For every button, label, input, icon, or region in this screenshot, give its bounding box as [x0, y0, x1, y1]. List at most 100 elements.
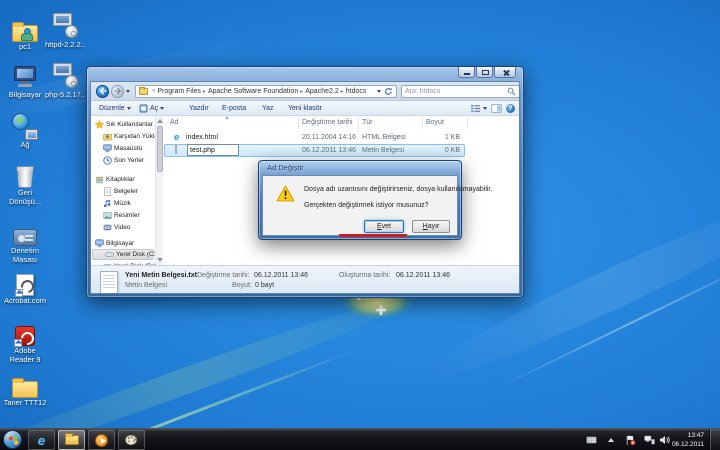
- toolbar-ac[interactable]: Aç: [137, 101, 166, 116]
- address-dropdown[interactable]: [377, 90, 381, 93]
- sidebar-group-computer[interactable]: Bilgisayar: [91, 238, 155, 249]
- sort-ascending-icon: [225, 116, 229, 119]
- clock-time: 13:47: [648, 431, 704, 440]
- desktop-icon-ag[interactable]: Ağ: [2, 110, 48, 149]
- address-bar[interactable]: « Program Files ▸ Apache Software Founda…: [135, 85, 397, 98]
- breadcrumb-segment[interactable]: Program Files: [157, 88, 201, 95]
- toolbar-eposta[interactable]: E-posta: [220, 101, 248, 116]
- toolbar-yeni-klasor[interactable]: Yeni klasör: [286, 101, 324, 116]
- file-name: index.html: [186, 134, 218, 141]
- desktop-icon-recycle-bin[interactable]: Geri Dönüşü...: [2, 158, 48, 207]
- explorer-folder-icon: [65, 435, 79, 445]
- installer-icon: [42, 60, 88, 90]
- help-icon[interactable]: ?: [506, 104, 515, 113]
- sidebar-item-documents[interactable]: Belgeler: [91, 186, 155, 197]
- recycle-bin-icon: [2, 158, 48, 188]
- desktop-icon-taner-folder[interactable]: Taner TTT12: [2, 368, 48, 407]
- navigation-pane: Sık Kullanılanlar Karşıdan Yüklem Masaüs…: [91, 116, 155, 265]
- no-button[interactable]: Hayır: [412, 220, 450, 233]
- breadcrumb-segment[interactable]: htdocs: [346, 88, 367, 95]
- column-header-size[interactable]: Boyut: [426, 119, 444, 126]
- column-header-type[interactable]: Tür: [362, 119, 373, 126]
- toolbar-yaz[interactable]: Yaz: [260, 101, 276, 116]
- breadcrumb-segment[interactable]: Apache2.2: [305, 88, 338, 95]
- sidebar-group-libraries[interactable]: Kitaplıklar: [91, 174, 155, 185]
- media-player-icon: [95, 434, 108, 447]
- desktop-icon-adobe-reader[interactable]: Adobe Reader 9: [2, 316, 48, 365]
- desktop-icon: [103, 144, 112, 153]
- file-modified: 20.11.2004 14:16: [302, 134, 356, 141]
- yes-button[interactable]: Evet: [364, 220, 404, 233]
- file-size: 0 KB: [426, 147, 460, 154]
- details-created-value: 06.12.2011 13:46: [396, 272, 450, 279]
- folder-icon: [139, 88, 148, 95]
- sidebar-scrollbar[interactable]: [155, 116, 163, 265]
- sidebar-item-local-disk-c[interactable]: Yerel Disk (C:): [92, 249, 154, 260]
- picture-icon: [103, 211, 112, 220]
- taskbar-media-player[interactable]: [88, 430, 115, 450]
- column-header-name[interactable]: Ad: [170, 119, 179, 126]
- column-header-row: Ad Değiştirme tarihi Tür Boyut: [163, 116, 519, 130]
- dialog-title-bar[interactable]: [259, 161, 461, 175]
- sidebar-item-music[interactable]: Müzik: [91, 198, 155, 209]
- close-button[interactable]: [494, 67, 516, 78]
- sidebar-item-pictures[interactable]: Resimler: [91, 210, 155, 221]
- search-input[interactable]: [405, 88, 507, 95]
- details-size-label: Boyut:: [232, 282, 252, 289]
- dialog-message-line1: Dosya adı uzantısını değiştirirseniz, do…: [304, 186, 492, 193]
- desktop-icon-php-installer[interactable]: php-5.2.17..: [42, 60, 88, 99]
- keyboard-icon: [586, 436, 597, 444]
- rename-confirm-dialog: Ad Değiştir Dosya adı uzantısını değişti…: [258, 160, 462, 240]
- toolbar-duzenle[interactable]: Düzenle: [97, 101, 133, 116]
- sparkle-icon: [376, 305, 386, 315]
- tray-show-hidden-icons[interactable]: [608, 429, 614, 450]
- sidebar-item-desktop[interactable]: Masaüstü: [91, 143, 155, 154]
- show-desktop-button[interactable]: [709, 429, 720, 450]
- taskbar-windows-explorer[interactable]: [58, 430, 85, 450]
- start-button[interactable]: [3, 430, 22, 449]
- rename-input[interactable]: [187, 144, 239, 156]
- arrow-right-icon: [114, 87, 122, 95]
- file-type: Metin Belgesi: [362, 147, 404, 154]
- taskbar-paint[interactable]: [118, 430, 145, 450]
- taskbar-internet-explorer[interactable]: e: [28, 430, 55, 450]
- details-created-label: Oluşturma tarihi:: [339, 272, 390, 279]
- taskbar: e 13:47 06.12.2011: [0, 428, 720, 450]
- star-icon: [95, 120, 104, 129]
- sidebar-item-recent-places[interactable]: Son Yerler: [91, 155, 155, 166]
- command-toolbar: Düzenle Aç Yazdır E-posta Yaz Yeni klasö…: [91, 101, 519, 116]
- tray-keyboard-indicator[interactable]: [586, 429, 597, 450]
- drive-icon: [105, 250, 114, 259]
- desktop-icon-acrobat-com[interactable]: Acrobat.com: [2, 266, 48, 305]
- preview-pane-icon[interactable]: [491, 104, 502, 113]
- file-row-test-php[interactable]: 06.12.2011 13:46 Metin Belgesi 0 KB: [163, 144, 519, 157]
- tray-action-center[interactable]: [626, 429, 636, 450]
- desktop-icon-control-panel[interactable]: Denetim Masası: [2, 216, 48, 265]
- sidebar-item-video[interactable]: Video: [91, 222, 155, 233]
- acrobat-shortcut-icon: [2, 266, 48, 296]
- sidebar-item-downloads[interactable]: Karşıdan Yüklem: [91, 131, 155, 142]
- views-button[interactable]: [470, 104, 487, 113]
- sidebar-group-favorites[interactable]: Sık Kullanılanlar: [91, 119, 155, 130]
- search-box[interactable]: [401, 85, 520, 98]
- paint-icon: [125, 434, 138, 446]
- toolbar-yazdir[interactable]: Yazdır: [187, 101, 211, 116]
- breadcrumb-separator: ▸: [341, 88, 344, 95]
- breadcrumb-segment[interactable]: Apache Software Foundation: [208, 88, 298, 95]
- taskbar-clock[interactable]: 13:47 06.12.2011: [648, 431, 704, 449]
- column-header-modified[interactable]: Değiştirme tarihi: [302, 119, 353, 126]
- back-button[interactable]: [96, 85, 109, 98]
- minimize-button[interactable]: [458, 67, 475, 78]
- navigation-bar: « Program Files ▸ Apache Software Founda…: [91, 82, 519, 101]
- forward-button[interactable]: [111, 85, 124, 98]
- file-row-index-html[interactable]: e index.html 20.11.2004 14:16 HTML Belge…: [163, 131, 519, 144]
- maximize-button[interactable]: [476, 67, 493, 78]
- network-icon: [2, 110, 48, 140]
- nav-history-dropdown[interactable]: [126, 90, 130, 93]
- refresh-icon[interactable]: [384, 87, 393, 96]
- windows-flag-icon: [8, 435, 18, 445]
- title-bar[interactable]: [87, 67, 523, 81]
- control-panel-icon: [2, 216, 48, 246]
- desktop-icon-httpd-installer[interactable]: httpd-2.2.2..: [42, 10, 88, 49]
- dialog-message-line2: Gerçekten değiştirmek istiyor musunuz?: [304, 202, 429, 209]
